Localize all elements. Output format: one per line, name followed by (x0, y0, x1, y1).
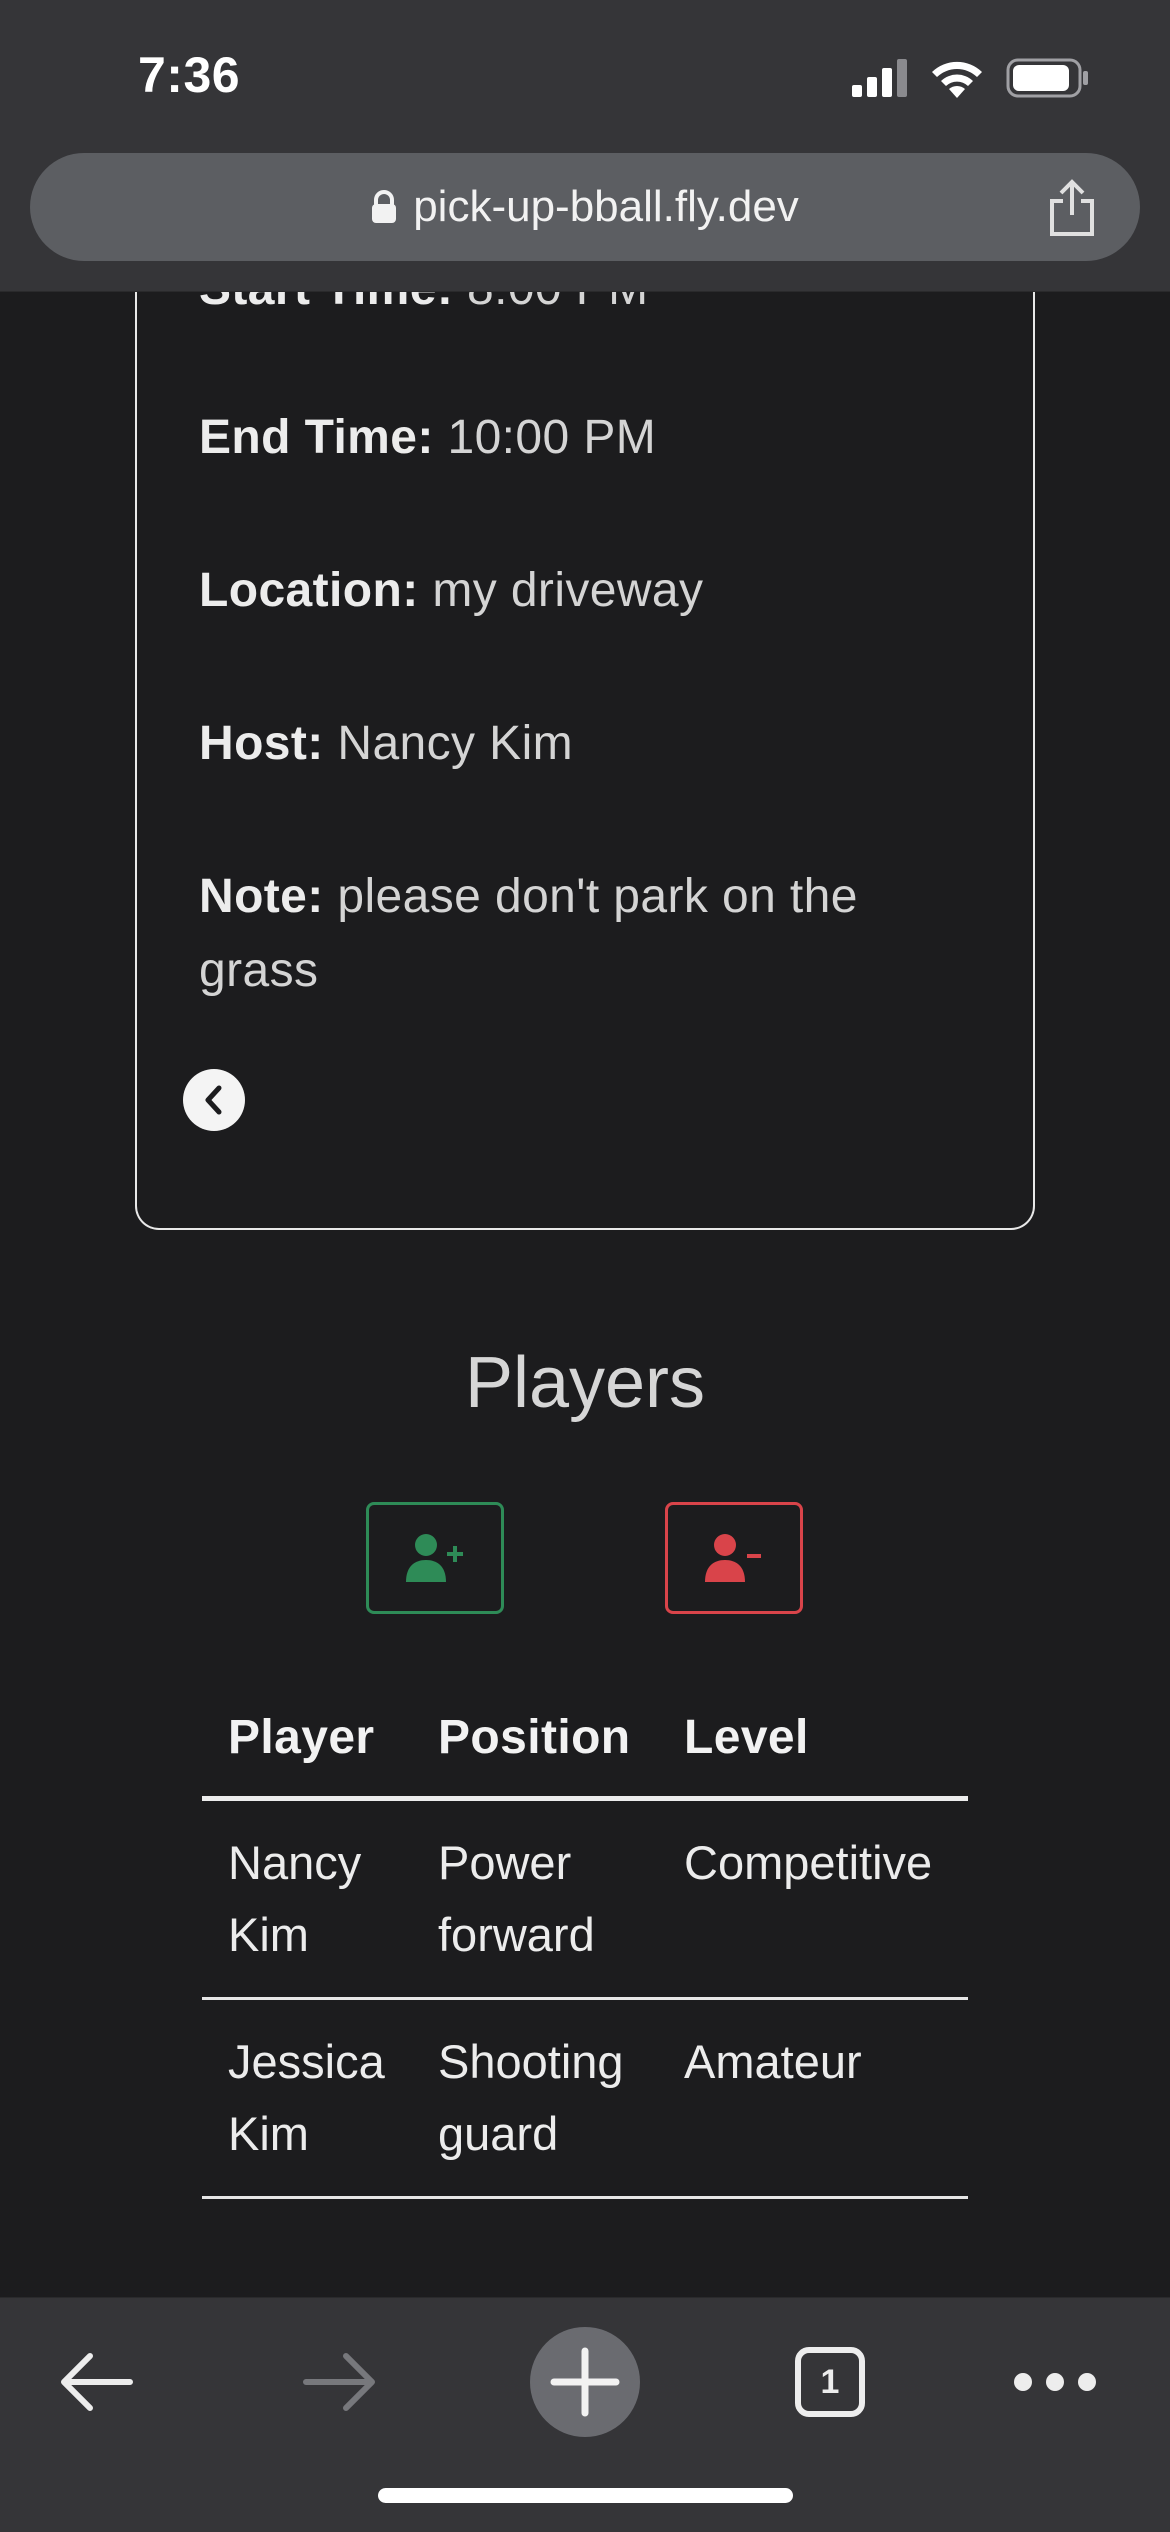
arrow-left-icon (61, 2353, 133, 2411)
status-time: 7:36 (138, 47, 241, 103)
players-heading: Players (464, 1343, 706, 1423)
host-value: Nancy Kim (323, 717, 574, 770)
column-header-position: Position (412, 1680, 658, 1801)
signal-icon (852, 59, 907, 97)
more-menu-button[interactable] (1005, 2326, 1105, 2438)
wifi-icon (932, 61, 982, 98)
end-time-value: 10:00 PM (433, 411, 657, 464)
battery-icon (1006, 58, 1088, 98)
carousel-prev-button[interactable] (183, 1069, 245, 1131)
player-level-cell: Amateur (658, 1998, 968, 2199)
location-field: Location: my driveway (199, 554, 939, 628)
browser-top-chrome: 7:36 pick-up-bball.fly.dev (0, 0, 1170, 292)
players-table: Player Position Level Nancy Kim Power fo… (202, 1680, 968, 2199)
note-label: Note: (199, 870, 324, 923)
more-dots-icon (1014, 2373, 1096, 2391)
location-value: my driveway (418, 564, 704, 617)
player-position-cell: Shooting guard (412, 1998, 658, 2199)
person-minus-icon (705, 1534, 761, 1582)
player-position-cell: Power forward (412, 1798, 658, 2000)
column-header-player: Player (202, 1680, 412, 1801)
chevron-left-icon (205, 1085, 222, 1115)
share-button[interactable] (1046, 179, 1098, 237)
share-icon (1050, 179, 1094, 236)
tab-count-badge: 1 (795, 2347, 865, 2417)
player-name-cell: Jessica Kim (202, 1998, 412, 2199)
player-name-cell: Nancy Kim (202, 1798, 412, 2000)
lock-icon (372, 190, 397, 223)
table-row: Nancy Kim Power forward Competitive (202, 1798, 968, 2000)
back-button[interactable] (46, 2326, 146, 2438)
page-content: Start Time: 8:00 PM End Time: 10:00 PM L… (0, 252, 1170, 2297)
new-tab-circle (530, 2327, 640, 2437)
new-tab-button[interactable] (530, 2326, 640, 2438)
table-header-row: Player Position Level (202, 1680, 968, 1801)
home-indicator[interactable] (378, 2488, 793, 2503)
forward-button[interactable] (290, 2326, 390, 2438)
player-level-cell: Competitive (658, 1798, 968, 2000)
end-time-label: End Time: (199, 411, 434, 464)
end-time-field: End Time: 10:00 PM (199, 401, 939, 475)
person-plus-icon (406, 1534, 463, 1582)
column-header-level: Level (658, 1680, 968, 1801)
remove-player-button[interactable] (665, 1502, 803, 1614)
game-details-card: Start Time: 8:00 PM End Time: 10:00 PM L… (135, 252, 1035, 1230)
note-field: Note: please don't park on the grass (199, 860, 939, 1008)
host-field: Host: Nancy Kim (199, 707, 939, 781)
address-bar-content: pick-up-bball.fly.dev (371, 182, 799, 232)
arrow-right-icon (303, 2353, 375, 2411)
url-text: pick-up-bball.fly.dev (413, 182, 799, 231)
status-icons (852, 56, 1090, 100)
tabs-button[interactable]: 1 (785, 2326, 875, 2438)
add-player-button[interactable] (366, 1502, 504, 1614)
plus-icon (550, 2347, 620, 2417)
table-row: Jessica Kim Shooting guard Amateur (202, 1998, 968, 2199)
address-bar[interactable]: pick-up-bball.fly.dev (30, 153, 1140, 261)
page: 7:36 pick-up-bball.fly.dev End Time: 10:… (0, 0, 1170, 2532)
location-label: Location: (199, 564, 419, 617)
host-label: Host: (199, 717, 324, 770)
